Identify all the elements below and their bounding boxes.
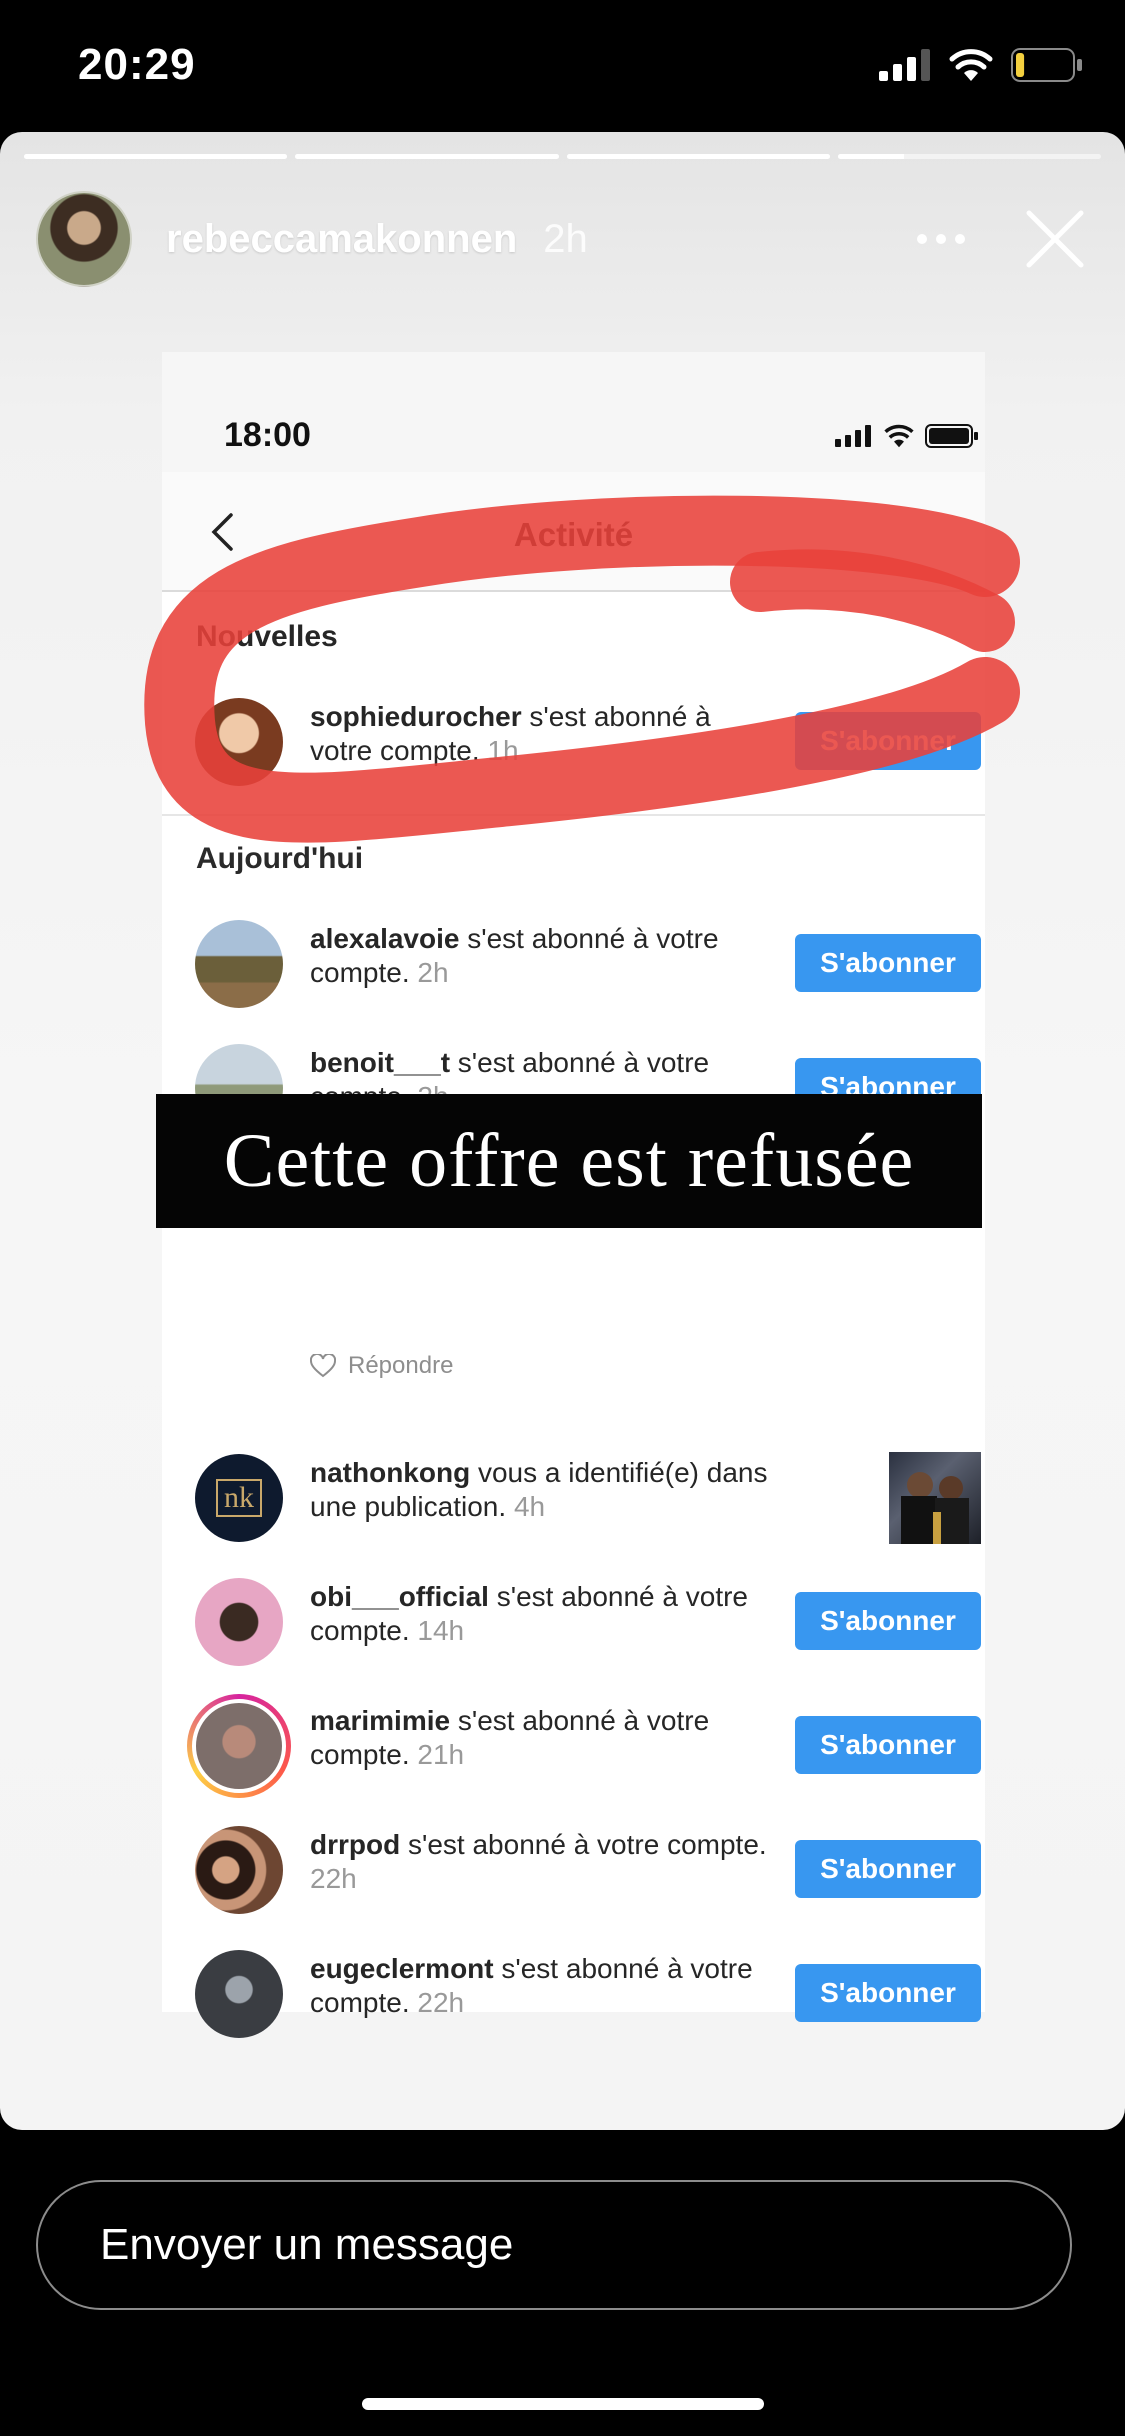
wifi-icon	[949, 49, 993, 81]
post-thumbnail	[889, 1452, 981, 1544]
message-placeholder: Envoyer un message	[100, 2220, 514, 2269]
activity-row: sophiedurocher s'est abonné à votre comp…	[162, 682, 985, 802]
user-avatar	[195, 1950, 283, 2038]
story-author-name[interactable]: rebeccamakonnen	[166, 217, 517, 262]
signal-icon	[835, 425, 871, 447]
activity-text: nathonkong vous a identifié(e) dans une …	[310, 1457, 768, 1522]
section-new: Nouvelles	[196, 620, 338, 653]
activity-text: marimimie s'est abonné à votre compte. 2…	[310, 1705, 710, 1770]
activity-row: nk nathonkong vous a identifié(e) dans u…	[162, 1438, 985, 1558]
activity-row: drrpod s'est abonné à votre compte. 22h …	[162, 1810, 985, 1930]
story-time: 2h	[543, 216, 588, 261]
activity-text: alexalavoie s'est abonné à votre compte.…	[310, 923, 719, 988]
activity-row: eugeclermont s'est abonné à votre compte…	[162, 1934, 985, 2054]
battery-icon	[925, 424, 978, 448]
user-avatar: nk	[195, 1454, 283, 1542]
battery-icon	[1011, 48, 1082, 82]
progress-segment	[24, 154, 288, 159]
activity-row: marimimie s'est abonné à votre compte. 2…	[162, 1686, 985, 1806]
embedded-status-icons	[835, 424, 979, 448]
activity-text: drrpod s'est abonné à votre compte. 22h	[310, 1829, 767, 1894]
follow-button: S'abonner	[795, 1840, 981, 1898]
activity-row: alexalavoie s'est abonné à votre compte.…	[162, 904, 985, 1024]
story-ring-avatar	[187, 1694, 291, 1798]
embedded-time: 18:00	[224, 416, 311, 454]
embedded-status-bar: 18:00	[162, 352, 985, 472]
progress-segment	[295, 154, 559, 159]
divider	[162, 814, 985, 816]
wifi-icon	[884, 424, 914, 448]
message-input[interactable]: Envoyer un message	[36, 2180, 1072, 2310]
follow-button: S'abonner	[795, 1592, 981, 1650]
home-indicator[interactable]	[362, 2398, 764, 2410]
story-author-avatar[interactable]	[36, 191, 132, 287]
activity-text: eugeclermont s'est abonné à votre compte…	[310, 1953, 753, 2018]
story-header: rebeccamakonnen 2h	[36, 184, 1095, 294]
user-avatar	[195, 920, 283, 1008]
close-icon[interactable]	[1015, 199, 1095, 279]
heart-icon	[310, 1354, 336, 1378]
follow-button: S'abonner	[795, 712, 981, 770]
user-avatar	[195, 698, 283, 786]
follow-button: S'abonner	[795, 1964, 981, 2022]
follow-button: S'abonner	[795, 1716, 981, 1774]
follow-button: S'abonner	[795, 934, 981, 992]
activity-text: obi___official s'est abonné à votre comp…	[310, 1581, 749, 1646]
reply-link: Répondre	[310, 1352, 453, 1380]
user-avatar	[195, 1826, 283, 1914]
story-card[interactable]: rebeccamakonnen 2h 18:00 Activité Nouvel…	[0, 132, 1125, 2130]
story-viewer: 20:29 rebeccamakonnen 2h 18:00 Activité …	[0, 0, 1125, 2436]
progress-segment	[566, 154, 830, 159]
embedded-title: Activité	[513, 516, 634, 553]
sticker-text: Cette offre est refusée	[223, 1118, 915, 1203]
reply-label: Répondre	[348, 1352, 454, 1379]
activity-row: obi___official s'est abonné à votre comp…	[162, 1562, 985, 1682]
embedded-nav-bar: Activité	[162, 472, 985, 592]
signal-icon	[879, 49, 930, 81]
status-time: 20:29	[78, 40, 196, 89]
progress-segment	[837, 154, 1101, 159]
user-avatar	[195, 1578, 283, 1666]
status-icons	[879, 48, 1083, 82]
section-today: Aujourd'hui	[196, 842, 364, 875]
activity-text: sophiedurocher s'est abonné à votre comp…	[310, 701, 711, 766]
story-progress	[24, 154, 1101, 159]
more-icon[interactable]	[901, 209, 981, 269]
brand-logo: nk	[216, 1479, 262, 1517]
text-sticker: Cette offre est refusée	[156, 1094, 982, 1228]
